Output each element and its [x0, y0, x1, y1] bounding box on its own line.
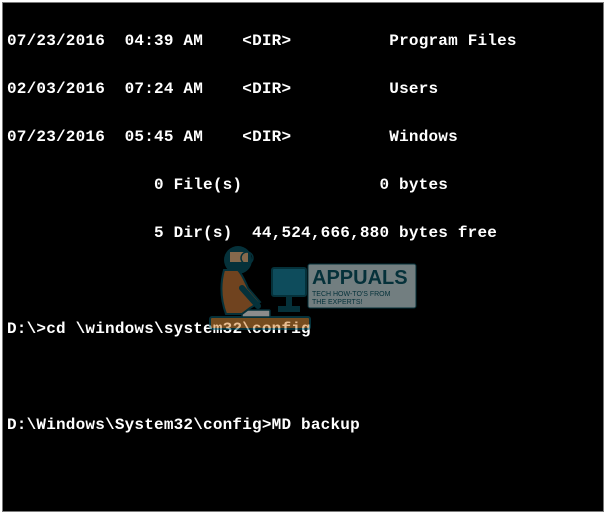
command-text: MD backup — [272, 416, 360, 434]
dir-entry: 07/23/2016 04:39 AM <DIR> Program Files — [7, 29, 599, 53]
blank-line — [7, 461, 599, 485]
command-line: D:\Windows\System32\config>copy *.* back… — [7, 509, 599, 511]
prompt: D:\> — [7, 320, 46, 338]
dir-entry: 07/23/2016 05:45 AM <DIR> Windows — [7, 125, 599, 149]
command-text: cd \windows\system32\config — [46, 320, 311, 338]
command-line: D:\>cd \windows\system32\config — [7, 317, 599, 341]
dir-summary-dirs: 5 Dir(s) 44,524,666,880 bytes free — [7, 221, 599, 245]
dir-entry: 02/03/2016 07:24 AM <DIR> Users — [7, 77, 599, 101]
command-prompt-terminal[interactable]: 07/23/2016 04:39 AM <DIR> Program Files … — [3, 3, 603, 511]
command-line: D:\Windows\System32\config>MD backup — [7, 413, 599, 437]
dir-summary-files: 0 File(s) 0 bytes — [7, 173, 599, 197]
prompt: D:\Windows\System32\config> — [7, 416, 272, 434]
blank-line — [7, 269, 599, 293]
blank-line — [7, 365, 599, 389]
